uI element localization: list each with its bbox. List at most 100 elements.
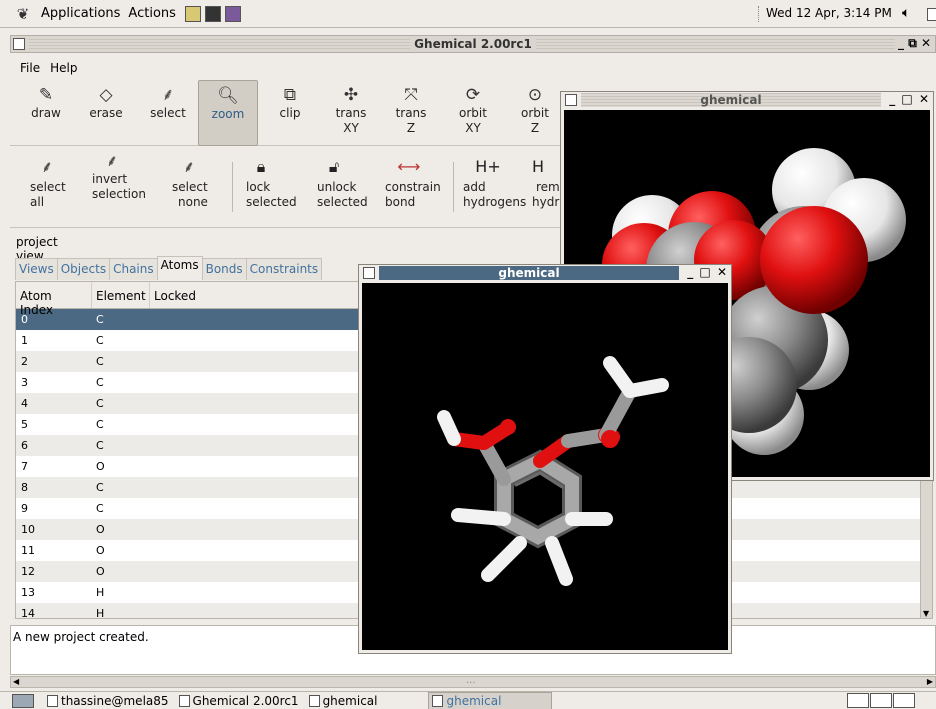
tray-window-icon[interactable] [927,8,936,21]
add-hydrogens-button[interactable]: H+ add hydrogens [463,150,527,226]
workspace-2[interactable] [870,693,892,708]
show-desktop-icon[interactable] [12,693,34,708]
main-window-titlebar[interactable]: Ghemical 2.00rc1 _ ⧉ ✕ [10,35,936,53]
actions-menu[interactable]: Actions [125,4,179,23]
file-menu[interactable]: File [20,61,40,75]
select-all-icon: ⸙ [40,157,53,176]
tab-atoms[interactable]: Atoms [156,256,203,280]
trans-z-tool-button[interactable]: ⤧ trans Z [386,80,436,146]
project-tabs: Views Objects Chains Atoms Bonds Constra… [15,256,323,280]
window-icon [47,694,58,707]
c-c-bond [599,384,637,442]
window-menu-icon[interactable] [363,267,375,279]
task-ghemical-2[interactable]: ghemical [428,691,553,709]
column-locked[interactable]: Locked [150,282,230,308]
scroll-left-arrow-icon[interactable]: ◀ [13,677,19,686]
task-terminal[interactable]: thassine@mela85 [44,692,172,709]
top-panel: ❦ Applications Actions Wed 12 Apr, 3:14 … [0,0,936,28]
invert-selection-icon: ⸙ [105,151,118,170]
task-ghemical-main[interactable]: Ghemical 2.00rc1 [176,692,302,709]
orbit-xy-tool-button[interactable]: ⟳ orbit XY [448,80,498,146]
c-h-bond [623,378,669,398]
window-controls[interactable]: _ □ ✕ [889,92,930,106]
clock[interactable]: Wed 12 Apr, 3:14 PM [766,6,892,20]
add-hydrogens-icon: H+ [475,157,501,176]
orbit-z-tool-button[interactable]: ⊙ orbit Z [512,80,558,146]
select-tool-button[interactable]: ⸙ select [144,80,192,146]
select-none-icon: ⸙ [182,157,195,176]
window-menu-icon[interactable] [13,38,25,50]
ghemical-titlebar[interactable]: ghemical _ □ ✕ [561,92,933,108]
column-element[interactable]: Element [92,282,150,308]
panel-separator [758,6,760,22]
tab-bonds[interactable]: Bonds [201,258,247,280]
status-hscrollbar[interactable]: ◀ ... ▶ [10,675,936,688]
lock-icon: 🔒︎ [256,157,266,176]
task-ghemical-1[interactable]: ghemical [306,692,381,709]
workspace-1[interactable] [847,693,869,708]
main-window-title: Ghemical 2.00rc1 [410,37,536,51]
workspace-3[interactable] [893,693,915,708]
window-icon [432,694,444,707]
gnome-foot-icon[interactable]: ❦ [14,5,32,23]
terminal-launcher-icon[interactable] [204,5,221,22]
invert-selection-button[interactable]: ⸙ invert selection [92,146,154,222]
tab-views[interactable]: Views [15,258,58,280]
window-icon [178,694,190,707]
text-editor-launcher-icon[interactable] [184,5,201,22]
help-menu[interactable]: Help [50,61,77,75]
speaker-icon[interactable]: 🔈︎ [902,5,910,21]
eraser-icon: ◇ [99,85,113,105]
scroll-right-arrow-icon[interactable]: ▶ [927,677,933,686]
constrain-bond-icon: ⟷ [397,157,421,176]
c-h-bond [545,536,573,586]
tab-objects[interactable]: Objects [56,258,111,280]
clip-tool-button[interactable]: ⧉ clip [266,80,314,146]
o-h-bond [437,410,461,446]
screenshot-launcher-icon[interactable] [224,5,241,22]
window-icon [308,694,320,707]
window-menu-icon[interactable] [565,94,577,106]
ghemical-window-sticks[interactable]: ghemical _ □ ✕ [358,264,732,654]
clip-icon: ⧉ [283,85,297,105]
scroll-grip[interactable]: ... [466,675,476,686]
draw-tool-button[interactable]: ✎ draw [22,80,70,146]
applications-menu[interactable]: Applications [38,4,123,23]
sticks-molecule [437,356,669,586]
selection-toolbar: ⸙ select all ⸙ invert selection ⸙ select… [10,148,570,228]
constrain-bond-button[interactable]: ⟷ constrain bond [385,150,447,226]
translate-z-icon: ⤧ [404,85,418,105]
tab-constraints[interactable]: Constraints [245,258,323,280]
magnifier-icon: 🔍︎ [217,86,239,106]
workspace-pager[interactable] [846,693,936,709]
unlock-icon: 🔓︎ [328,157,340,176]
tool-toolbar: ✎ draw ◇ erase ⸙ select 🔍︎ zoom ⧉ clip ✣… [10,80,570,146]
trans-xy-tool-button[interactable]: ✣ trans XY [326,80,376,146]
oxygen-atom [760,206,868,314]
zoom-tool-button[interactable]: 🔍︎ zoom [198,80,258,146]
c-h-bond [481,536,527,582]
sticks-viewport[interactable] [362,283,728,650]
window-controls[interactable]: _ ⧉ ✕ [898,36,931,51]
tab-chains[interactable]: Chains [109,258,158,280]
ghemical-window-title: ghemical [581,93,881,107]
select-icon: ⸙ [161,85,175,105]
toolbar-separator [453,162,454,212]
lock-selected-button[interactable]: 🔒︎ lock selected [246,150,304,226]
unlock-selected-button[interactable]: 🔓︎ unlock selected [317,150,375,226]
oxygen-atom [601,430,619,448]
ghemical-titlebar[interactable]: ghemical _ □ ✕ [359,265,731,281]
window-controls[interactable]: _ □ ✕ [687,265,728,279]
menubar: File Help [10,57,936,79]
oxygen-atom [500,419,516,435]
pencil-icon: ✎ [38,85,54,105]
column-atom-index[interactable]: Atom Index [16,282,92,317]
scroll-down-arrow-icon[interactable]: ▼ [923,609,929,618]
select-all-button[interactable]: ⸙ select all [30,150,80,226]
c-h-bond [451,508,511,526]
ghemical-window-title: ghemical [379,266,679,280]
select-none-button[interactable]: ⸙ select none [170,150,220,226]
desktop: ❦ Applications Actions Wed 12 Apr, 3:14 … [0,0,936,709]
erase-tool-button[interactable]: ◇ erase [82,80,130,146]
remove-hydrogens-icon: H [532,157,545,176]
